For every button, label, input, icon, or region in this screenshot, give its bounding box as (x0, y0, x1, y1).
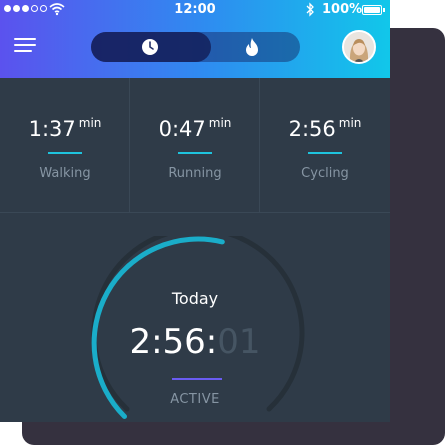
divider (0, 212, 390, 213)
stat-unit: min (78, 116, 102, 130)
bluetooth-icon (306, 2, 314, 17)
stat-label: Walking (39, 166, 91, 181)
avatar[interactable] (342, 30, 376, 64)
timer-seconds: 01 (217, 322, 261, 362)
clock-icon (142, 39, 158, 55)
stat-underline (308, 152, 342, 154)
stat-walking[interactable]: 1:37 min Walking (0, 78, 130, 212)
active-timer: 2:56:01 (0, 322, 390, 362)
stat-value: 1:37 (28, 117, 76, 141)
battery-percent: 100% (322, 2, 363, 17)
activity-stats: 1:37 min Walking 0:47 min Running 2:56 min … (0, 78, 390, 212)
stat-underline (178, 152, 212, 154)
battery-icon (362, 5, 382, 15)
stat-value: 2:56 (288, 117, 336, 141)
flame-icon (246, 38, 258, 56)
view-toggle (91, 32, 300, 62)
stat-running[interactable]: 0:47 min Running (130, 78, 260, 212)
tab-calories[interactable] (211, 32, 300, 62)
status-bar: 12:00 100% (0, 0, 390, 20)
timer-main: 2:56: (129, 322, 218, 362)
user-avatar-icon (344, 32, 374, 62)
stat-cycling[interactable]: 2:56 min Cycling (260, 78, 390, 212)
active-status[interactable]: ACTIVE (0, 392, 390, 407)
tab-time[interactable] (91, 32, 211, 62)
phone-screen: 12:00 100% 1:37 min Walking 0:47 min Run… (0, 0, 390, 422)
stat-unit: min (208, 116, 232, 130)
stat-underline (48, 152, 82, 154)
stat-label: Running (168, 166, 222, 181)
today-heading: Today (171, 289, 219, 308)
app-header: 12:00 100% (0, 0, 390, 78)
stat-label: Cycling (301, 166, 349, 181)
active-underline (172, 378, 222, 380)
hamburger-icon[interactable] (14, 38, 36, 52)
stat-value: 0:47 (158, 117, 206, 141)
stat-unit: min (338, 116, 362, 130)
